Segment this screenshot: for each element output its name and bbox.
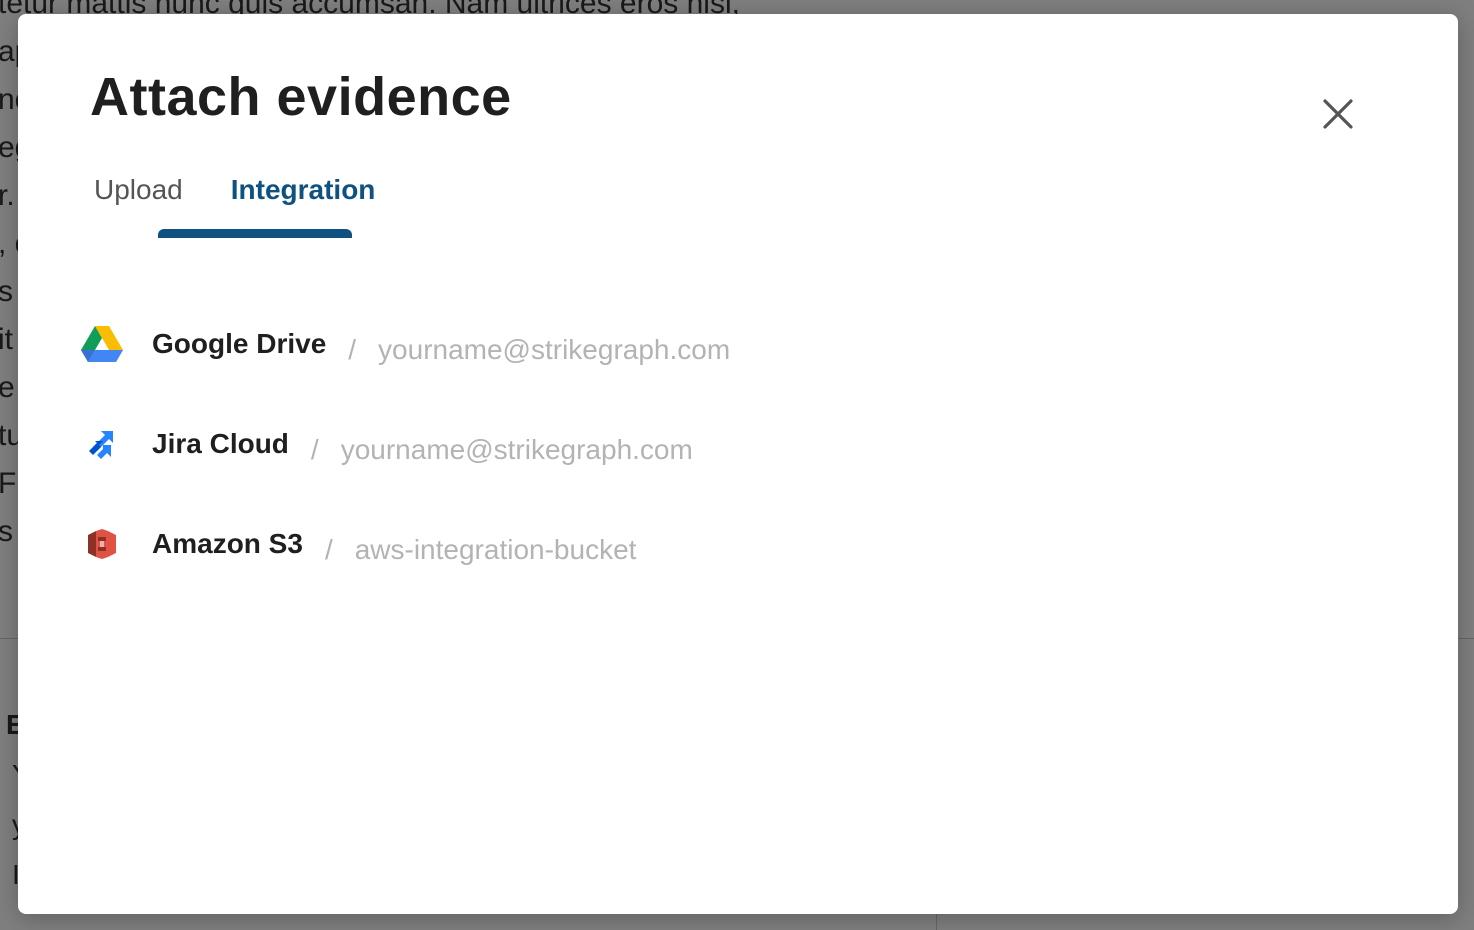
integration-name: Jira Cloud	[152, 428, 289, 459]
dialog-title: Attach evidence	[90, 67, 512, 127]
active-tab-indicator	[158, 229, 352, 238]
integration-account: yourname@strikegraph.com	[378, 334, 731, 365]
integration-google-drive[interactable]: Google Drive / yourname@strikegraph.com	[80, 294, 730, 394]
amazon-s3-icon	[80, 522, 124, 566]
attach-evidence-dialog: Attach evidence Upload Integration Googl…	[18, 14, 1458, 914]
integration-account: aws-integration-bucket	[354, 534, 637, 565]
close-icon	[1323, 99, 1353, 129]
integration-separator: /	[348, 334, 357, 365]
integration-jira-cloud[interactable]: Jira Cloud / yourname@strikegraph.com	[80, 394, 730, 494]
tab-upload[interactable]: Upload	[70, 166, 207, 238]
integration-separator: /	[310, 434, 319, 465]
tab-label: Upload	[94, 174, 183, 205]
integration-amazon-s3[interactable]: Amazon S3 / aws-integration-bucket	[80, 494, 730, 594]
integration-name: Google Drive	[152, 328, 327, 359]
tab-integration[interactable]: Integration	[207, 166, 400, 238]
integration-list: Google Drive / yourname@strikegraph.com …	[80, 294, 730, 594]
tab-bar: Upload Integration	[70, 166, 399, 238]
integration-account: yourname@strikegraph.com	[340, 434, 693, 465]
tab-label: Integration	[230, 174, 376, 205]
jira-icon	[80, 422, 124, 466]
integration-name: Amazon S3	[152, 528, 303, 559]
google-drive-icon	[80, 322, 124, 366]
close-button[interactable]	[1318, 94, 1358, 134]
integration-separator: /	[324, 534, 333, 565]
